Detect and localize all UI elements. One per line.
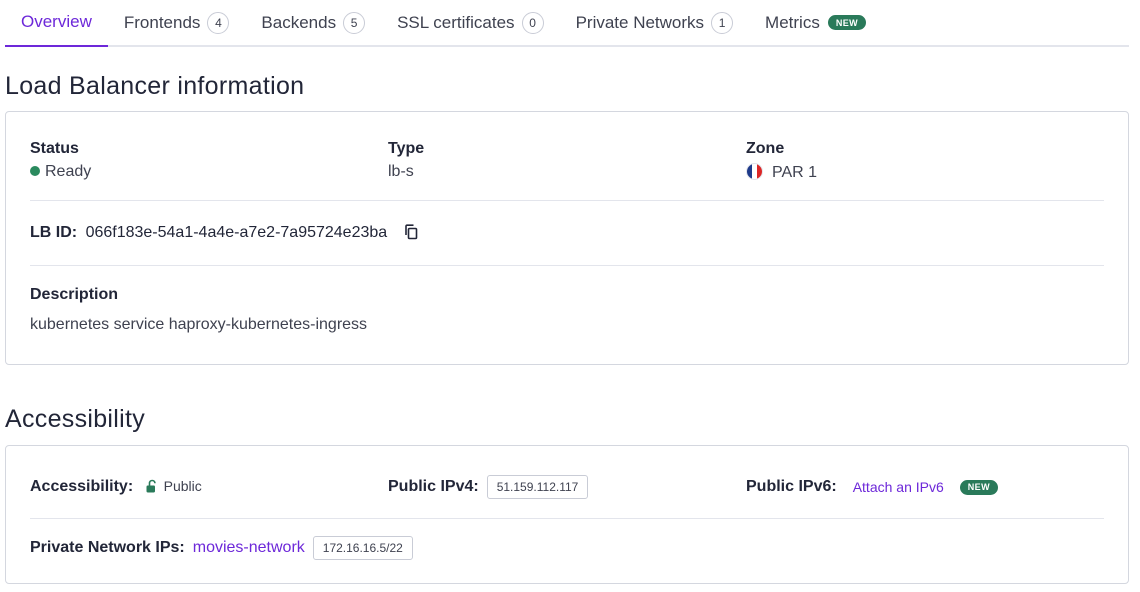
tab-label: SSL certificates xyxy=(397,12,515,32)
zone-value: PAR 1 xyxy=(772,164,818,181)
description-label: Description xyxy=(30,286,119,303)
lb-info-card: Status Ready Type lb-s Zone PAR 1 LB ID:… xyxy=(5,111,1129,365)
status-field: Status Ready xyxy=(30,140,91,181)
tab-label: Backends xyxy=(261,12,337,32)
lb-id-label: LB ID: xyxy=(30,224,78,241)
tab-label: Frontends xyxy=(123,12,201,32)
tab-label: Overview xyxy=(21,11,92,31)
count-badge: 1 xyxy=(711,11,734,34)
zone-field: Zone PAR 1 xyxy=(746,140,817,182)
section-title-lb-info: Load Balancer information xyxy=(5,72,305,100)
divider xyxy=(30,200,1104,201)
status-label: Status xyxy=(30,140,79,157)
tab-overview[interactable]: Overview xyxy=(5,0,108,47)
tab-bar: Overview Frontends 4 Backends 5 SSL cert… xyxy=(5,0,1129,47)
ipv4-field: Public IPv4: 51.159.112.117 xyxy=(388,475,589,499)
tab-label: Private Networks xyxy=(575,12,705,32)
private-network-row: Private Network IPs: movies-network 172.… xyxy=(30,535,1104,561)
section-title-accessibility: Accessibility xyxy=(5,405,146,433)
accessibility-value: Public xyxy=(163,478,202,494)
accessibility-label: Accessibility: xyxy=(30,478,134,495)
description-value: kubernetes service haproxy-kubernetes-in… xyxy=(30,316,368,333)
france-flag-icon xyxy=(746,163,763,180)
type-field: Type lb-s xyxy=(388,140,424,181)
copy-icon[interactable] xyxy=(404,224,418,245)
description-row: Description kubernetes service haproxy-k… xyxy=(30,286,1104,334)
accessibility-row: Accessibility: Public Public IPv4: 51.15… xyxy=(30,475,1104,501)
status-dot-icon xyxy=(30,166,40,176)
ipv6-field: Public IPv6: Attach an IPv6 NEW xyxy=(746,475,998,499)
lb-id-row: LB ID: 066f183e-54a1-4a4e-a7e2-7a95724e2… xyxy=(30,224,1104,245)
tab-backends[interactable]: Backends 5 xyxy=(245,0,381,47)
private-network-link[interactable]: movies-network xyxy=(193,539,305,557)
status-value: Ready xyxy=(45,163,92,180)
tab-frontends[interactable]: Frontends 4 xyxy=(108,0,246,47)
tab-private-networks[interactable]: Private Networks 1 xyxy=(560,0,749,47)
attach-ipv6-link[interactable]: Attach an IPv6 xyxy=(853,479,944,495)
ipv4-label: Public IPv4: xyxy=(388,478,479,495)
unlock-icon xyxy=(146,479,158,498)
count-badge: 5 xyxy=(343,11,366,34)
accessibility-field: Accessibility: Public xyxy=(30,478,202,498)
private-network-label: Private Network IPs: xyxy=(30,539,185,556)
count-badge: 0 xyxy=(521,11,544,34)
private-network-ip-chip[interactable]: 172.16.16.5/22 xyxy=(312,536,413,560)
lb-info-summary-row: Status Ready Type lb-s Zone PAR 1 xyxy=(30,140,1104,186)
new-badge: NEW xyxy=(959,479,998,495)
tab-ssl-certificates[interactable]: SSL certificates 0 xyxy=(381,0,559,47)
divider xyxy=(30,265,1104,266)
lb-id-value: 066f183e-54a1-4a4e-a7e2-7a95724e23ba xyxy=(85,224,388,241)
ipv6-label: Public IPv6: xyxy=(746,478,837,495)
accessibility-card: Accessibility: Public Public IPv4: 51.15… xyxy=(5,445,1129,584)
tab-metrics[interactable]: Metrics NEW xyxy=(749,0,882,47)
zone-label: Zone xyxy=(746,140,785,157)
ipv4-chip[interactable]: 51.159.112.117 xyxy=(486,475,589,499)
count-badge: 4 xyxy=(207,11,230,34)
type-label: Type xyxy=(388,140,425,157)
tab-label: Metrics xyxy=(765,12,820,32)
type-value: lb-s xyxy=(388,163,414,180)
new-badge: NEW xyxy=(827,15,867,30)
divider xyxy=(30,518,1104,519)
